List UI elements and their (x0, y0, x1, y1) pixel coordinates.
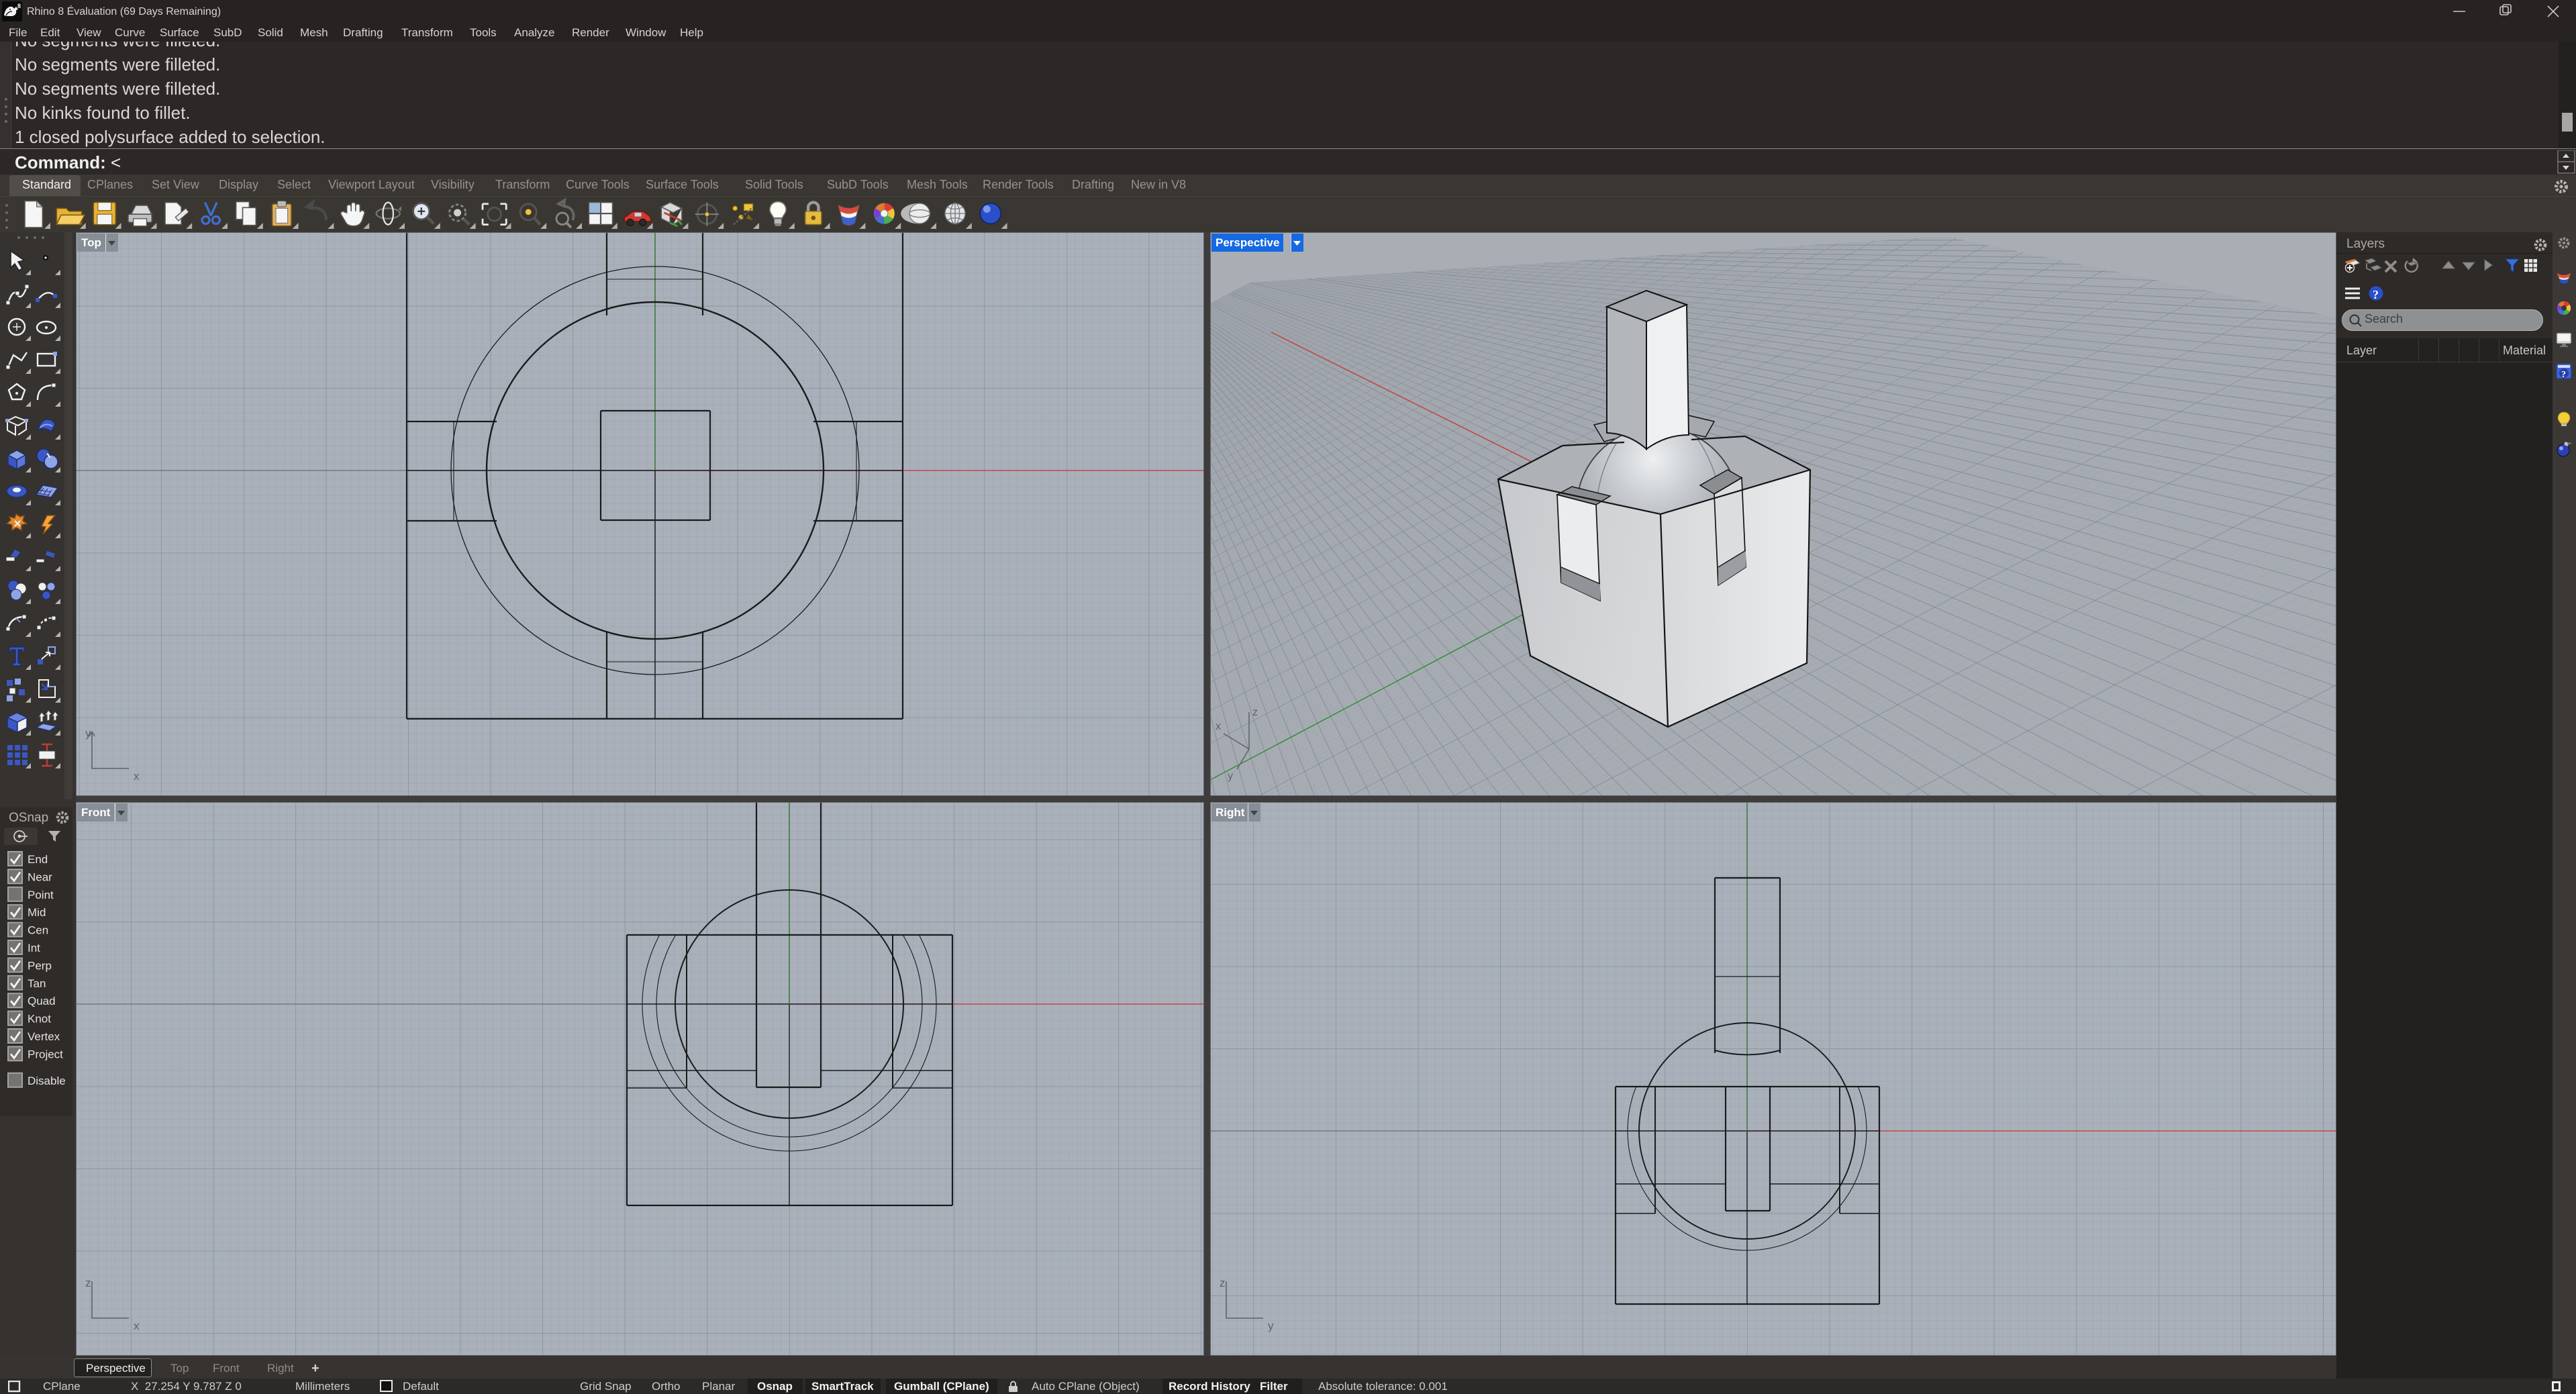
svg-text:Point: Point (28, 889, 54, 901)
svg-text:?: ? (2561, 370, 2566, 380)
svg-text:?: ? (2373, 288, 2379, 301)
svg-text:Project: Project (28, 1048, 63, 1060)
svg-text:End: End (28, 853, 48, 866)
svg-text:x: x (134, 770, 140, 783)
svg-text:Quad: Quad (28, 995, 56, 1007)
svg-text:z: z (1220, 1277, 1226, 1289)
svg-text:Vertex: Vertex (28, 1030, 60, 1043)
svg-text:y: y (1228, 770, 1233, 782)
svg-text:y: y (85, 727, 91, 740)
svg-text:Tan: Tan (28, 977, 46, 990)
svg-text:Mid: Mid (28, 906, 46, 919)
svg-text:8: 8 (17, 3, 21, 9)
svg-text:Near: Near (28, 870, 52, 883)
svg-text:x: x (1216, 721, 1221, 732)
svg-text:Knot: Knot (28, 1013, 51, 1026)
svg-text:x: x (134, 1320, 140, 1332)
svg-text:Cen: Cen (28, 924, 48, 937)
svg-text:y: y (1268, 1320, 1274, 1332)
svg-text:Perp: Perp (28, 959, 52, 972)
svg-text:Int: Int (28, 942, 40, 954)
svg-text:Disable: Disable (28, 1075, 66, 1087)
svg-text:z: z (1252, 707, 1258, 718)
svg-text:z: z (85, 1277, 91, 1289)
